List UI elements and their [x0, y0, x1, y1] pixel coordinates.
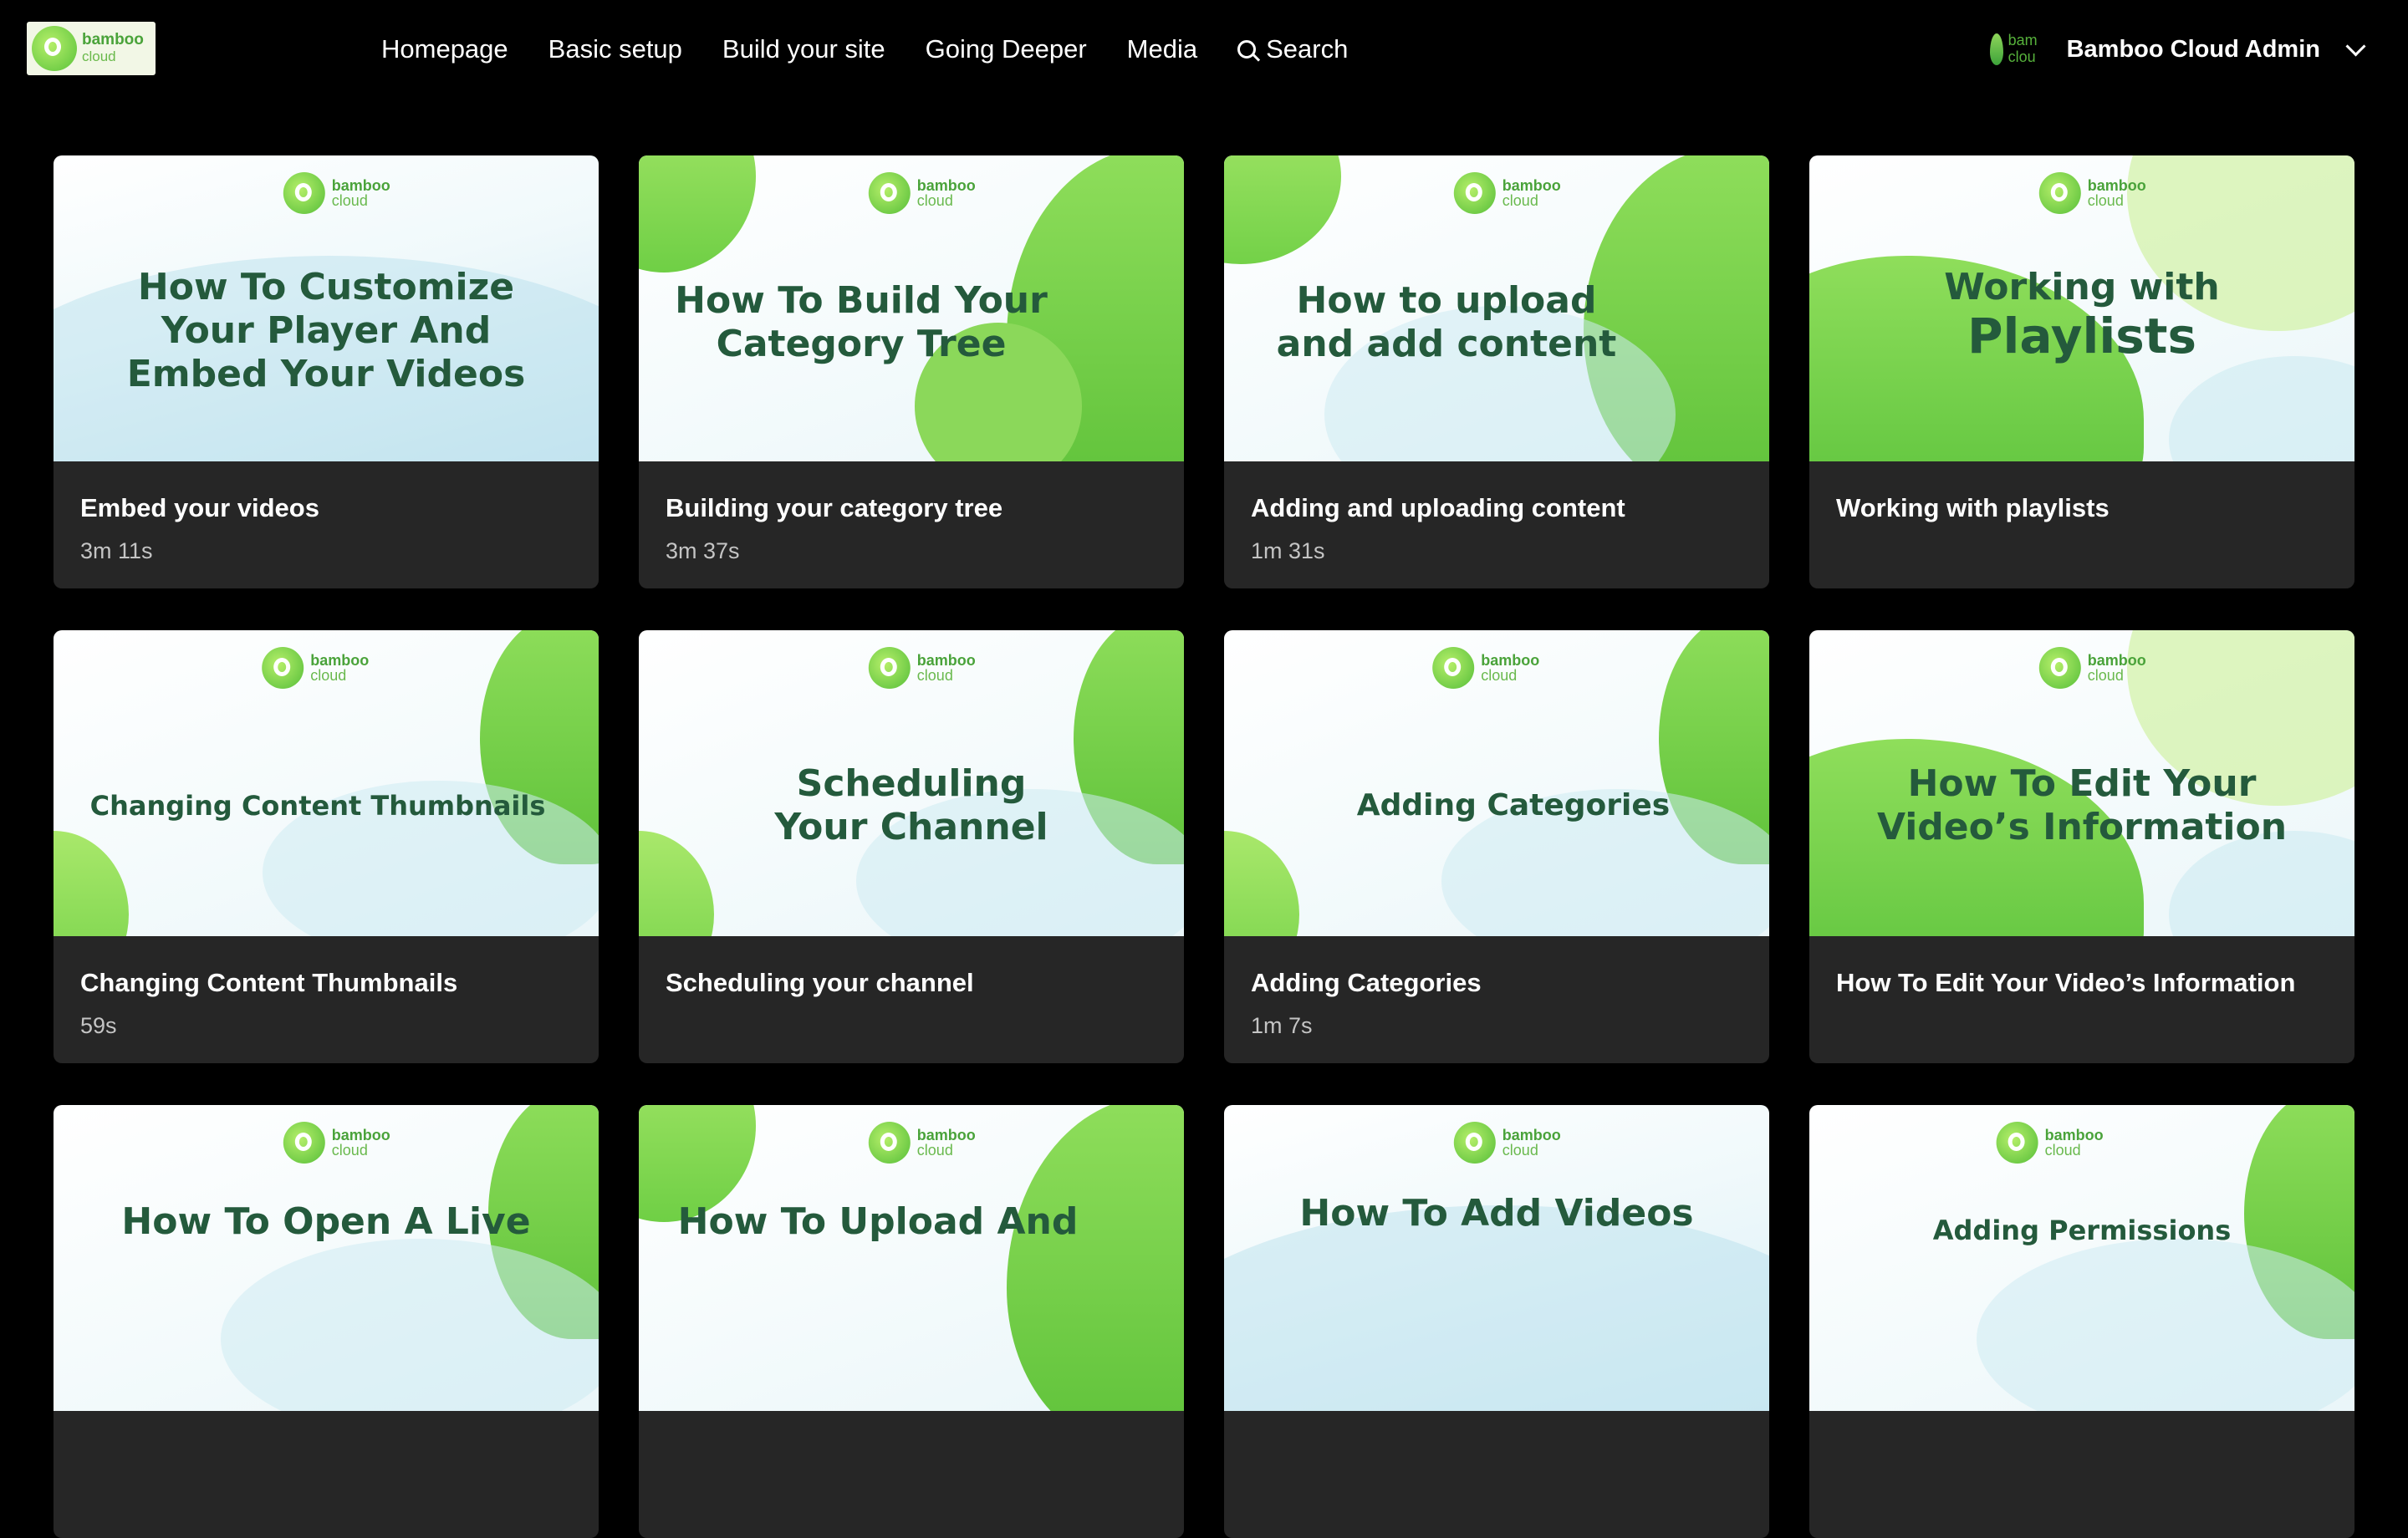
- brand-sub: cloud: [1502, 192, 1538, 209]
- brand-sub: cloud: [916, 192, 953, 209]
- video-card[interactable]: bamboo cloud How To Edit Your Video’s Inf…: [1809, 630, 2354, 1063]
- video-thumbnail: bamboo cloud How To Edit Your Video’s Inf…: [1809, 630, 2354, 936]
- video-thumbnail: bamboo cloud Changing Content Thumbnails: [54, 630, 599, 936]
- video-thumbnail: bamboo cloud How To Open A Live: [54, 1105, 599, 1411]
- bamboo-leaf-icon: [1989, 33, 2003, 65]
- bamboo-logo-icon: [283, 172, 325, 214]
- user-avatar: bam clou: [1988, 28, 2042, 70]
- video-thumbnail: bamboo cloud Adding Categories: [1224, 630, 1769, 936]
- brand-sub: cloud: [1481, 667, 1518, 684]
- thumbnail-title: Adding Permissions: [1932, 1215, 2232, 1246]
- brand-sub: cloud: [2087, 192, 2124, 209]
- video-title: Working with playlists: [1836, 493, 2110, 522]
- bamboo-logo-icon: [1432, 647, 1475, 689]
- thumbnail-title: Changing Content Thumbnails: [89, 790, 546, 822]
- brand-word: bamboo: [2044, 1127, 2104, 1143]
- video-thumbnail: bamboo cloud How to upload and add conten…: [1224, 155, 1769, 461]
- brand-sub: cloud: [310, 667, 347, 684]
- bamboo-logo-icon: [868, 647, 911, 689]
- logo-word: bamboo: [82, 31, 144, 48]
- thumbnail-title: Scheduling Your Channel: [774, 762, 1048, 848]
- brand-word: bamboo: [331, 177, 390, 194]
- thumbnail-title-line2: Playlists: [1967, 308, 2197, 364]
- bamboo-cloud-logo[interactable]: bamboo cloud: [27, 22, 156, 75]
- video-title: Building your category tree: [666, 493, 1003, 522]
- video-title: Adding Categories: [1251, 968, 1482, 997]
- thumbnail-title: How To Customize Your Player And Embed Y…: [126, 266, 526, 395]
- brand-word: bamboo: [1481, 652, 1540, 669]
- video-duration: 1m 7s: [1251, 1013, 1313, 1038]
- brand-sub: cloud: [2087, 667, 2124, 684]
- video-title: Scheduling your channel: [666, 968, 974, 997]
- brand-word: bamboo: [916, 177, 976, 194]
- video-card[interactable]: bamboo cloud How To Add Videos: [1224, 1105, 1769, 1538]
- avatar-text: bam clou: [2008, 32, 2038, 65]
- video-card[interactable]: bamboo cloud How To Open A Live: [54, 1105, 599, 1538]
- video-thumbnail: bamboo cloud Adding Permissions: [1809, 1105, 2354, 1411]
- video-card[interactable]: bamboo cloud How To Build Your Category T…: [639, 155, 1184, 588]
- thumbnail-title: Adding Categories: [1356, 788, 1671, 822]
- video-duration: 59s: [80, 1013, 117, 1038]
- top-navigation-bar: bamboo cloud Homepage Basic setup Build …: [0, 0, 2408, 99]
- thumbnail-title: How To Edit Your Video’s Information: [1876, 762, 2288, 848]
- brand-word: bamboo: [310, 652, 370, 669]
- logo-sub: cloud: [82, 48, 116, 64]
- video-card[interactable]: bamboo cloud Changing Content Thumbnails …: [54, 630, 599, 1063]
- search-icon: [1237, 40, 1257, 59]
- video-thumbnail: bamboo cloud How To Upload And: [639, 1105, 1184, 1411]
- nav-basic-setup[interactable]: Basic setup: [548, 34, 682, 64]
- video-thumbnail: bamboo cloud Scheduling Your Channel: [639, 630, 1184, 936]
- nav-homepage[interactable]: Homepage: [381, 34, 508, 64]
- thumbnail-title: How To Upload And: [677, 1200, 1079, 1243]
- thumbnail-title: How To Open A Live: [121, 1200, 531, 1243]
- thumbnail-title-line1: Working with: [1944, 266, 2220, 308]
- thumbnail-title: Working with Playlists: [1843, 231, 2321, 398]
- bamboo-logo-icon: [2038, 172, 2081, 214]
- video-thumbnail: bamboo cloud How To Add Videos: [1224, 1105, 1769, 1411]
- bamboo-logo-icon: [262, 647, 304, 689]
- video-card[interactable]: bamboo cloud How To Upload And: [639, 1105, 1184, 1538]
- video-thumbnail: bamboo cloud Working with Playlists: [1809, 155, 2354, 461]
- chevron-down-icon[interactable]: [2345, 35, 2366, 57]
- video-title: Changing Content Thumbnails: [80, 968, 458, 997]
- thumbnail-title: How to upload and add content: [1276, 279, 1617, 365]
- video-title: Embed your videos: [80, 493, 319, 522]
- brand-sub: cloud: [916, 667, 953, 684]
- brand-word: bamboo: [1502, 177, 1561, 194]
- search-label: Search: [1266, 34, 1349, 64]
- video-card[interactable]: bamboo cloud Working with Playlists Worki…: [1809, 155, 2354, 588]
- thumbnail-title: How To Add Videos: [1299, 1192, 1694, 1235]
- video-duration: 3m 11s: [80, 538, 153, 563]
- nav-search[interactable]: Search: [1237, 34, 1348, 64]
- bamboo-logo-icon: [1453, 172, 1496, 214]
- bamboo-logo-icon: [32, 26, 77, 71]
- brand-sub: cloud: [331, 192, 368, 209]
- video-card[interactable]: bamboo cloud How To Customize Your Player…: [54, 155, 599, 588]
- video-card[interactable]: bamboo cloud Adding Categories Adding Cat…: [1224, 630, 1769, 1063]
- brand-word: bamboo: [916, 652, 976, 669]
- video-card[interactable]: bamboo cloud Scheduling Your Channel Sche…: [639, 630, 1184, 1063]
- user-name: Bamboo Cloud Admin: [2066, 35, 2320, 63]
- bamboo-logo-icon: [2038, 647, 2081, 689]
- bamboo-logo-icon: [868, 172, 911, 214]
- main-nav: Homepage Basic setup Build your site Goi…: [381, 27, 1348, 72]
- nav-build-your-site[interactable]: Build your site: [722, 34, 885, 64]
- user-menu[interactable]: bam clou Bamboo Cloud Admin: [1988, 25, 2366, 74]
- brand-word: bamboo: [2087, 652, 2146, 669]
- video-title: How To Edit Your Video’s Information: [1836, 968, 2296, 997]
- video-duration: 3m 37s: [666, 538, 740, 563]
- video-duration: 1m 31s: [1251, 538, 1325, 563]
- nav-media[interactable]: Media: [1127, 34, 1197, 64]
- video-card[interactable]: bamboo cloud How to upload and add conten…: [1224, 155, 1769, 588]
- thumbnail-title: How To Build Your Category Tree: [675, 279, 1048, 365]
- video-card[interactable]: bamboo cloud Adding Permissions: [1809, 1105, 2354, 1538]
- brand-word: bamboo: [2087, 177, 2146, 194]
- nav-going-deeper[interactable]: Going Deeper: [926, 34, 1087, 64]
- video-thumbnail: bamboo cloud How To Build Your Category T…: [639, 155, 1184, 461]
- video-title: Adding and uploading content: [1251, 493, 1625, 522]
- video-thumbnail: bamboo cloud How To Customize Your Player…: [54, 155, 599, 461]
